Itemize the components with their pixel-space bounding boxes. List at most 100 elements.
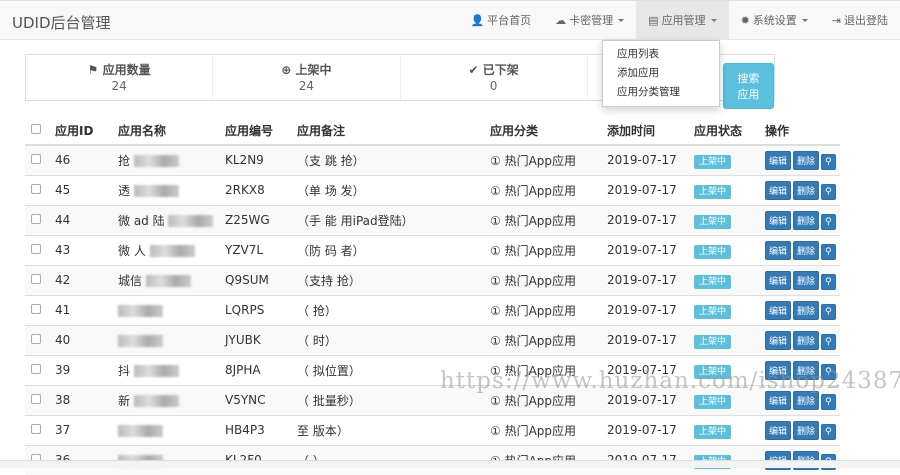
row-checkbox[interactable] [31, 364, 41, 374]
column-header: 应用编号 [225, 116, 297, 146]
stat-box: ⊕ 上架中 24 [213, 55, 401, 100]
redacted-blur [118, 304, 163, 317]
dropdown-item[interactable]: 应用列表 [603, 45, 719, 64]
nav-item-2[interactable]: ▤ 应用管理 [636, 1, 729, 40]
stat-box: ✔ 已下架 0 [401, 55, 588, 100]
app-table: 应用ID 应用名称 应用编号 应用备注 应用分类 添加时间 应用状态 操作 46 抢 KL2N… [25, 116, 840, 475]
paperclip-icon[interactable]: ⚲ [821, 213, 836, 230]
delete-button[interactable]: 删除 [793, 270, 820, 290]
brand-title[interactable]: UDID后台管理 [12, 12, 111, 33]
select-all-checkbox[interactable] [31, 124, 41, 134]
cloud-icon: ☁ [555, 14, 567, 27]
table-row: 37 HB4P3 至 版本） ① 热门App应用 2019-07-17 上架中 … [25, 414, 840, 445]
navbar: UDID后台管理 👤 平台首页 ☁ 卡密管理 ▤ 应用管理 ✹ 系统设置 ⇥ 退出登陆 [0, 0, 900, 40]
app-note: （ 抢） [297, 294, 490, 325]
table-row: 43 微 人 YZV7L （防 码 者） ① 热门App应用 2019-07-1… [25, 234, 840, 265]
edit-button[interactable]: 编辑 [765, 240, 792, 260]
watermark: https://www.huzhan.com/ishop24387 [440, 368, 900, 394]
paperclip-icon[interactable]: ⚲ [821, 423, 836, 440]
row-checkbox[interactable] [31, 394, 41, 404]
caret-down-icon [710, 19, 717, 22]
column-header: 应用名称 [118, 116, 225, 146]
app-note: （单 场 发） [297, 174, 490, 205]
edit-button[interactable]: 编辑 [765, 150, 792, 170]
edit-button[interactable]: 编辑 [765, 210, 792, 230]
search-app-button[interactable]: 搜索应用 [722, 63, 774, 109]
delete-button[interactable]: 删除 [793, 240, 820, 260]
edit-button[interactable]: 编辑 [765, 420, 792, 440]
row-checkbox[interactable] [31, 184, 41, 194]
check-icon: ✔ [468, 63, 479, 77]
nav-item-0[interactable]: 👤 平台首页 [458, 1, 543, 40]
paperclip-icon[interactable]: ⚲ [821, 153, 836, 170]
column-header: 应用状态 [694, 116, 765, 146]
app-name: 城信 [118, 273, 143, 288]
redacted-blur [118, 334, 163, 347]
paperclip-icon[interactable]: ⚲ [821, 183, 836, 200]
paperclip-icon[interactable]: ⚲ [821, 393, 836, 410]
column-header: 应用ID [55, 116, 118, 146]
paperclip-icon[interactable]: ⚲ [821, 333, 836, 350]
redacted-blur [145, 275, 191, 287]
redacted-blur [133, 185, 179, 197]
table-row: 42 城信 Q9SUM （支持 抢） ① 热门App应用 2019-07-17 … [25, 264, 840, 295]
logout-icon: ⇥ [831, 14, 841, 27]
delete-button[interactable]: 删除 [793, 330, 820, 350]
nav-item-1[interactable]: ☁ 卡密管理 [543, 1, 636, 40]
status-badge: 上架中 [694, 305, 732, 319]
status-badge: 上架中 [694, 335, 732, 349]
row-checkbox[interactable] [31, 334, 41, 344]
app-name: 抖 [118, 363, 131, 378]
nav-item-3[interactable]: ✹ 系统设置 [729, 1, 820, 40]
caret-down-icon [618, 19, 625, 22]
status-badge: 上架中 [694, 245, 732, 259]
paperclip-icon[interactable]: ⚲ [821, 303, 836, 320]
app-note: （防 码 者） [297, 234, 490, 265]
app-note: 至 版本） [297, 414, 490, 445]
caret-down-icon [801, 19, 808, 22]
browser-status-bar [0, 460, 900, 468]
redacted-blur [118, 424, 163, 437]
row-checkbox[interactable] [31, 304, 41, 314]
row-checkbox[interactable] [31, 274, 41, 284]
paperclip-icon[interactable]: ⚲ [821, 273, 836, 290]
gear-icon: ✹ [740, 14, 750, 27]
status-badge: 上架中 [694, 425, 732, 439]
paperclip-icon[interactable]: ⚲ [821, 243, 836, 260]
redacted-blur [149, 245, 195, 257]
dropdown-item[interactable]: 应用分类管理 [603, 83, 719, 102]
delete-button[interactable]: 删除 [793, 150, 820, 170]
row-checkbox[interactable] [31, 424, 41, 434]
redacted-blur [133, 395, 179, 407]
delete-button[interactable]: 删除 [793, 210, 820, 230]
row-checkbox[interactable] [31, 154, 41, 165]
list-icon: ▤ [648, 14, 659, 27]
stat-box: ⚑ 应用数量 24 [26, 55, 214, 100]
app-name: 微 ad 陆 [118, 213, 165, 228]
edit-button[interactable]: 编辑 [765, 180, 792, 200]
edit-button[interactable]: 编辑 [765, 270, 792, 290]
delete-button[interactable]: 删除 [793, 180, 820, 200]
app-management-dropdown: 应用列表 添加应用 应用分类管理 [602, 40, 720, 107]
edit-button[interactable]: 编辑 [765, 300, 792, 320]
delete-button[interactable]: 删除 [793, 300, 820, 320]
delete-button[interactable]: 删除 [793, 420, 820, 440]
app-note: （支持 抢） [297, 264, 490, 295]
app-note: （手 能 用iPad登陆） [297, 204, 490, 235]
row-checkbox[interactable] [31, 214, 41, 224]
table-row: 44 微 ad 陆 Z25WG （手 能 用iPad登陆） ① 热门App应用 … [25, 204, 840, 235]
app-name: 新 [118, 393, 131, 408]
table-row: 45 透 2RKX8 （单 场 发） ① 热门App应用 2019-07-17 … [25, 174, 840, 205]
app-name: 抢 [118, 153, 131, 168]
column-header: 应用备注 [297, 116, 490, 146]
column-header: 操作 [765, 116, 840, 146]
dropdown-item[interactable]: 添加应用 [603, 64, 719, 83]
status-badge: 上架中 [694, 185, 732, 199]
status-badge: 上架中 [694, 275, 732, 289]
edit-button[interactable]: 编辑 [765, 330, 792, 350]
table-row: 40 JYUBK （ 时） ① 热门App应用 2019-07-17 上架中 编… [25, 324, 840, 355]
status-badge: 上架中 [694, 155, 732, 170]
nav-item-4[interactable]: ⇥ 退出登陆 [820, 1, 900, 40]
row-checkbox[interactable] [31, 244, 41, 254]
table-row: 41 LQRPS （ 抢） ① 热门App应用 2019-07-17 上架中 编… [25, 294, 840, 325]
